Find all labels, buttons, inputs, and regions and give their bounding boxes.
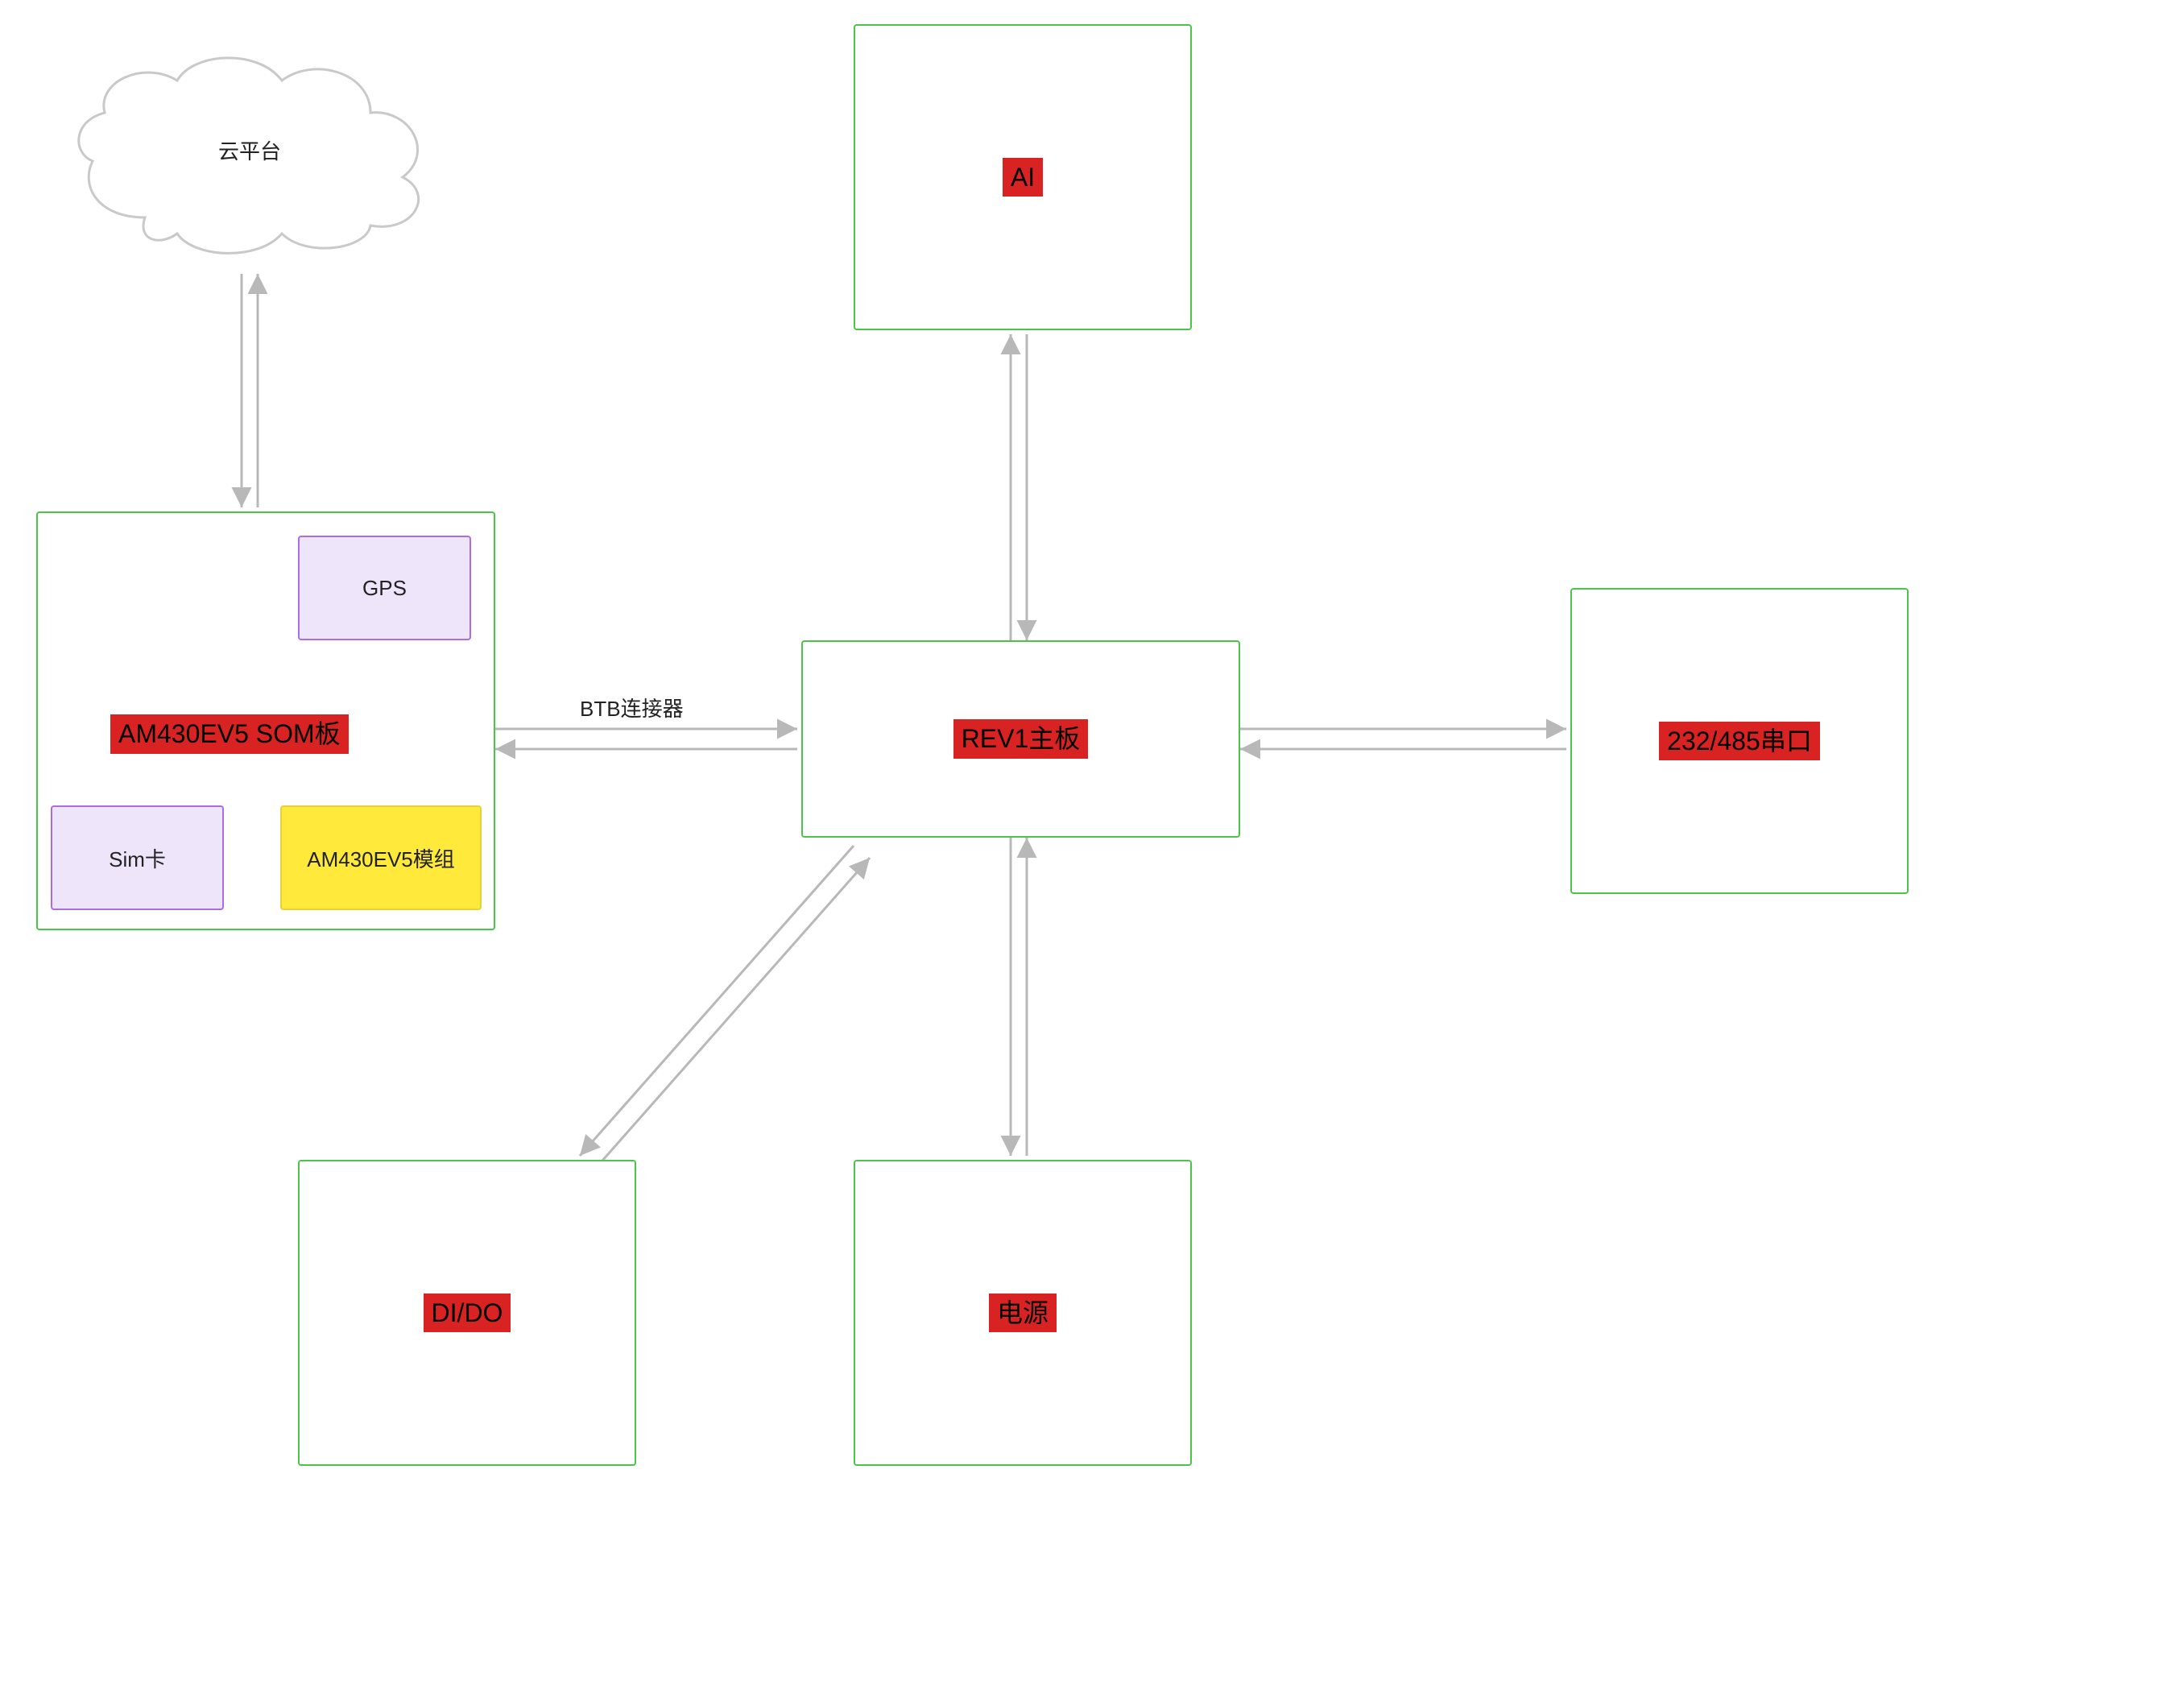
- node-serial: 232/485串口: [1570, 588, 1909, 894]
- edge-rev1-serial: [1240, 729, 1566, 749]
- gps-label: GPS: [362, 576, 407, 601]
- edge-rev1-power: [1011, 838, 1027, 1156]
- dido-label: DI/DO: [424, 1294, 511, 1333]
- node-rev1: REV1主板: [801, 640, 1240, 838]
- node-dido: DI/DO: [298, 1160, 636, 1466]
- edge-cloud-som: [242, 274, 258, 507]
- node-gps: GPS: [298, 536, 471, 640]
- som-label: AM430EV5 SOM板: [110, 714, 349, 754]
- cloud-label: 云平台: [218, 135, 281, 165]
- node-ai: AI: [854, 24, 1192, 330]
- edge-rev1-ai: [1011, 334, 1027, 640]
- node-module: AM430EV5模组: [280, 805, 482, 910]
- node-power: 电源: [854, 1160, 1192, 1466]
- edge-rev1-dido: [580, 846, 870, 1168]
- node-cloud: 云平台: [48, 32, 451, 274]
- module-label: AM430EV5模组: [307, 843, 455, 873]
- power-label: 电源: [989, 1294, 1057, 1333]
- node-sim: Sim卡: [51, 805, 224, 910]
- edge-som-rev1: [495, 729, 797, 749]
- rev1-label: REV1主板: [953, 719, 1089, 759]
- serial-label: 232/485串口: [1659, 722, 1820, 761]
- ai-label: AI: [1003, 158, 1043, 197]
- sim-label: Sim卡: [109, 843, 166, 873]
- edge-label-btb: BTB连接器: [580, 693, 684, 722]
